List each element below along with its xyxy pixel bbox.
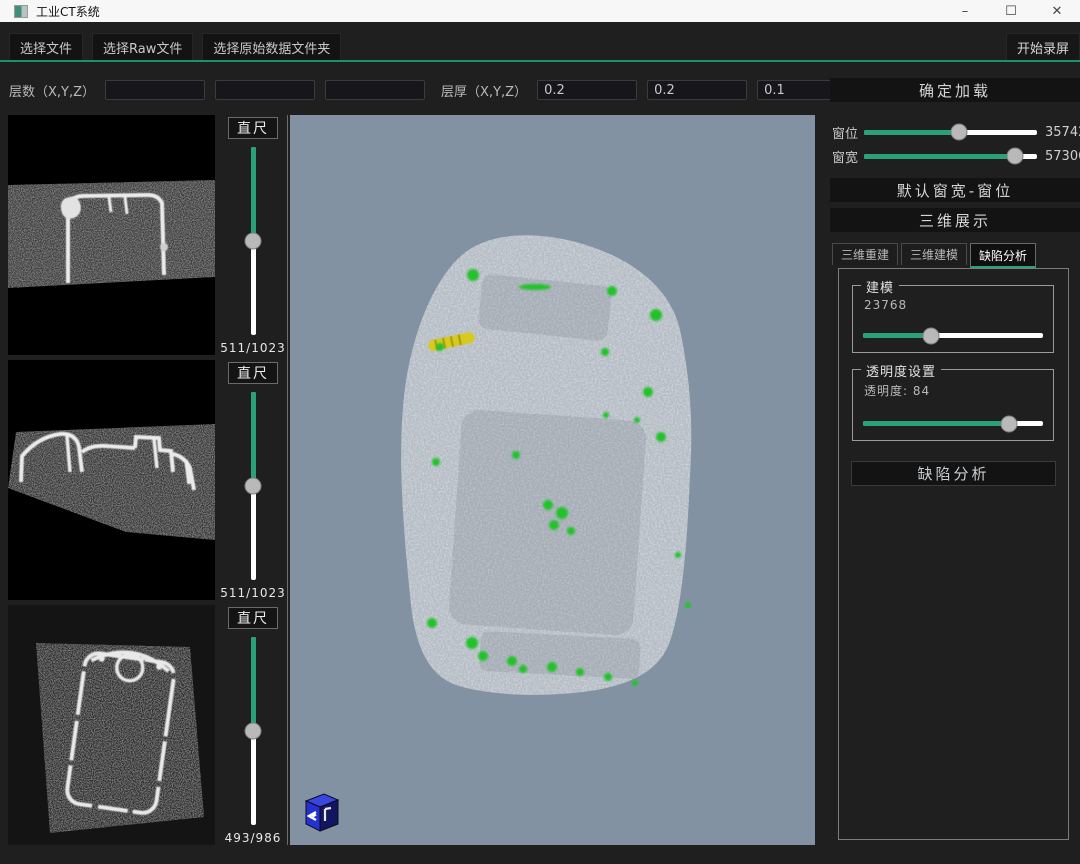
viewer-logo-cube <box>298 791 342 833</box>
ruler-label-1: 直尺 <box>228 117 278 139</box>
defect-analyze-button[interactable]: 缺陷分析 <box>851 461 1056 486</box>
select-raw-button[interactable]: 选择Raw文件 <box>92 33 193 62</box>
slice-1-slider[interactable] <box>251 147 256 335</box>
analysis-tabs: 三维重建 三维建模 缺陷分析 <box>832 243 1078 266</box>
confirm-load-button[interactable]: 确定加载 <box>830 78 1080 102</box>
window-level-row: 窗位 35742 <box>830 124 1080 140</box>
slice-2-slider-thumb[interactable] <box>245 478 262 495</box>
layers-label: 层数（X,Y,Z） <box>9 81 95 100</box>
ruler-label-2: 直尺 <box>228 362 278 384</box>
slice-2-position: 511/1023 <box>218 586 288 600</box>
opacity-groupbox: 透明度设置 透明度: 84 <box>852 369 1054 441</box>
window-level-slider-thumb[interactable] <box>951 124 968 141</box>
tab-defect-analysis[interactable]: 缺陷分析 <box>970 243 1036 268</box>
modeling-group-title: 建模 <box>861 277 899 296</box>
slice-2-slider[interactable] <box>251 392 256 580</box>
minimize-button[interactable]: – <box>942 0 988 22</box>
thickness-y-input[interactable] <box>647 80 747 100</box>
ruler-label-3: 直尺 <box>228 607 278 629</box>
tab-3d-modeling[interactable]: 三维建模 <box>901 243 967 265</box>
slice-1-slider-thumb[interactable] <box>245 233 262 250</box>
window-width-row: 窗宽 57306 <box>830 148 1080 164</box>
window-level-value: 35742 <box>1045 125 1080 140</box>
ct-slice-view-2[interactable] <box>8 360 215 600</box>
parameter-row: 层数（X,Y,Z） 层厚（X,Y,Z） <box>0 78 826 102</box>
thickness-x-input[interactable] <box>537 80 637 100</box>
modeling-slider[interactable] <box>863 333 1043 338</box>
3d-display-button[interactable]: 三维展示 <box>830 208 1080 232</box>
3d-viewer-canvas[interactable] <box>290 115 815 845</box>
toolbar-accent-line <box>0 60 1080 62</box>
tab-3d-reconstruction[interactable]: 三维重建 <box>832 243 898 265</box>
slice-3-slider[interactable] <box>251 637 256 825</box>
opacity-value-label: 透明度: 84 <box>864 382 930 399</box>
thickness-label: 层厚（X,Y,Z） <box>441 81 527 100</box>
default-window-button[interactable]: 默认窗宽-窗位 <box>830 178 1080 202</box>
slice-3-slider-thumb[interactable] <box>245 723 262 740</box>
window-width-slider-thumb[interactable] <box>1006 148 1023 165</box>
close-button[interactable]: ✕ <box>1034 0 1080 22</box>
window-width-value: 57306 <box>1045 149 1080 164</box>
layers-x-input[interactable] <box>105 80 205 100</box>
modeling-slider-thumb[interactable] <box>923 327 940 344</box>
opacity-slider[interactable] <box>863 421 1043 426</box>
toolbar: 选择文件 选择Raw文件 选择原始数据文件夹 开始录屏 <box>0 34 1080 60</box>
slice-3-position: 493/986 <box>218 831 288 845</box>
panel-splitter[interactable] <box>287 115 288 845</box>
window-title: 工业CT系统 <box>36 3 100 20</box>
maximize-button[interactable]: ☐ <box>988 0 1034 22</box>
select-folder-button[interactable]: 选择原始数据文件夹 <box>202 33 341 62</box>
slice-1-position: 511/1023 <box>218 341 288 355</box>
ct-slice-view-1[interactable] <box>8 115 215 355</box>
window-width-slider[interactable] <box>864 154 1037 159</box>
select-file-button[interactable]: 选择文件 <box>9 33 83 62</box>
layers-z-input[interactable] <box>325 80 425 100</box>
app-icon <box>14 5 28 18</box>
opacity-slider-thumb[interactable] <box>1000 415 1017 432</box>
modeling-groupbox: 建模 23768 <box>852 285 1054 353</box>
defect-analysis-panel: 建模 23768 透明度设置 透明度: 84 缺陷分析 <box>838 268 1069 840</box>
slice-2-controls: 直尺 511/1023 <box>218 362 288 600</box>
window-width-label: 窗宽 <box>832 147 858 166</box>
titlebar: 工业CT系统 – ☐ ✕ <box>0 0 1080 22</box>
layers-y-input[interactable] <box>215 80 315 100</box>
slice-3-controls: 直尺 493/986 <box>218 607 288 845</box>
window-level-label: 窗位 <box>832 123 858 142</box>
modeling-value: 23768 <box>864 298 907 312</box>
window-level-slider[interactable] <box>864 130 1037 135</box>
opacity-group-title: 透明度设置 <box>861 361 941 380</box>
ct-slice-view-3[interactable] <box>8 605 215 845</box>
slice-1-controls: 直尺 511/1023 <box>218 117 288 355</box>
start-record-button[interactable]: 开始录屏 <box>1006 33 1080 62</box>
